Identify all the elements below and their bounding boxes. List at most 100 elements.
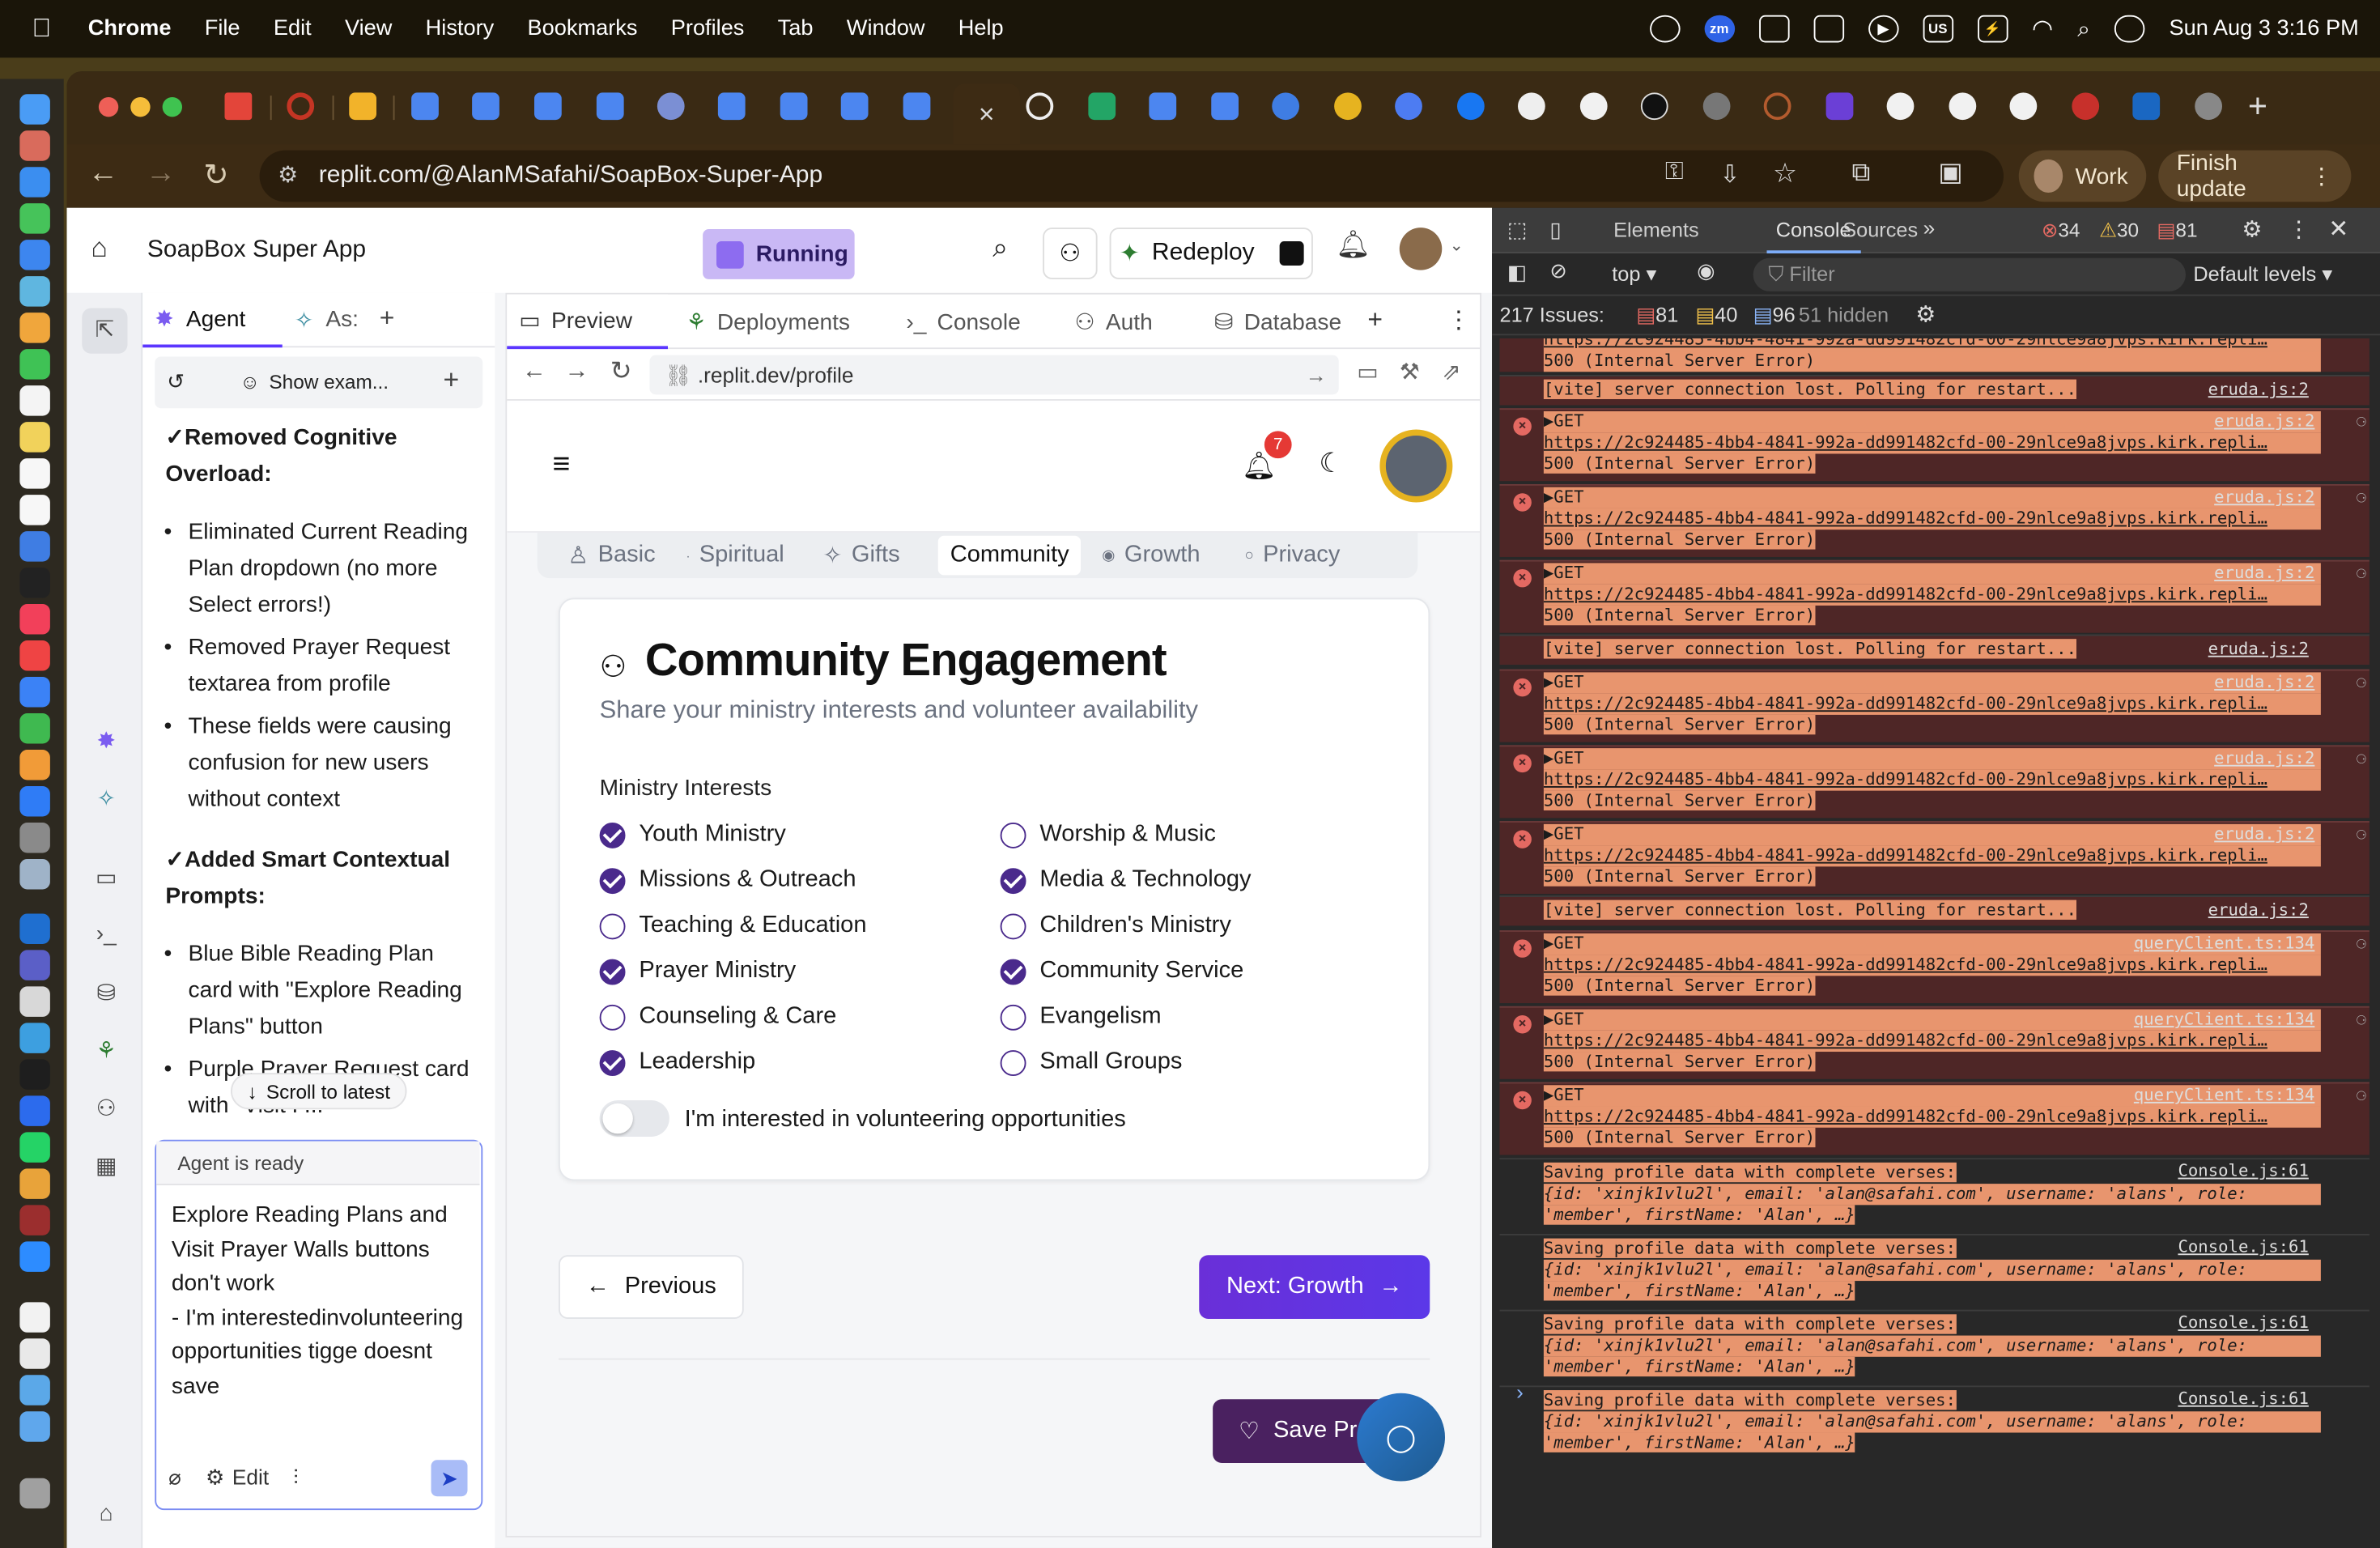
ministry-checkbox[interactable]: Small Groups — [1000, 1048, 1182, 1076]
dock-outlook-icon[interactable] — [19, 913, 50, 944]
dock-facetime-icon[interactable] — [19, 349, 50, 380]
auth-tool-icon[interactable]: ⚇ — [91, 1095, 122, 1121]
ministry-checkbox[interactable]: Community Service — [1000, 958, 1243, 985]
dock-file3-icon[interactable] — [19, 1375, 50, 1406]
open-new-tab-icon[interactable]: ⇗ — [1442, 358, 1461, 385]
tab-database[interactable]: ⛁ Database — [1214, 295, 1341, 349]
console-prompt-icon[interactable]: › — [1516, 1380, 1524, 1404]
menu-history[interactable]: History — [426, 17, 495, 41]
tab-github-icon[interactable] — [1518, 92, 1545, 121]
omnibox[interactable]: ⚙ replit.com/@AlanMSafahi/SoapBox-Super-… — [259, 150, 2004, 202]
devtools-more-icon[interactable]: ⋮ — [2288, 215, 2310, 243]
error-url[interactable]: https://2c924485-4bb4-4841-992a-dd991482… — [1543, 508, 2321, 530]
tab-docs-icon[interactable] — [1149, 92, 1177, 121]
invite-user-button[interactable]: ⚇ — [1043, 228, 1098, 279]
assistant-tool-icon[interactable]: ✧ — [91, 785, 122, 812]
tab-close-icon[interactable]: × — [979, 99, 995, 129]
dock-trash-icon[interactable] — [19, 1478, 50, 1509]
dock-pages-icon[interactable] — [19, 750, 50, 780]
ai-explain-icon[interactable]: ⚆ — [2357, 563, 2366, 584]
tab-google-icon[interactable] — [1949, 92, 1977, 121]
tab-drive-icon[interactable] — [349, 92, 376, 121]
dock-whatsapp-icon[interactable] — [19, 1132, 50, 1163]
clear-console-icon[interactable]: ⊘ — [1549, 260, 1566, 284]
tab-google-icon[interactable] — [1579, 92, 1608, 121]
go-arrow-icon[interactable]: → — [1306, 363, 1327, 387]
console-log-row[interactable]: Saving profile data with complete verses… — [1499, 1385, 2369, 1458]
issues-info[interactable]: ▤96 — [1753, 304, 1796, 328]
ministry-checkbox[interactable]: Leadership — [599, 1048, 755, 1076]
preview-back-icon[interactable]: ← — [522, 358, 546, 385]
error-url[interactable]: https://2c924485-4bb4-4841-992a-dd991482… — [1543, 955, 2321, 976]
apple-icon[interactable]:  — [32, 14, 62, 44]
deploy-tool-icon[interactable]: ⚘ — [91, 1036, 122, 1064]
ministry-checkbox[interactable]: Children's Ministry — [1000, 912, 1231, 940]
error-url[interactable]: https://2c924485-4bb4-4841-992a-dd991482… — [1543, 1030, 2321, 1053]
tab-console-devtools[interactable]: Console — [1766, 219, 1859, 254]
checkbox-checked[interactable] — [599, 822, 626, 848]
show-examples-button[interactable]: ☺ Show exam... — [240, 370, 389, 393]
ai-explain-icon[interactable]: ⚆ — [2357, 933, 2366, 955]
dock-notes-icon[interactable] — [19, 422, 50, 453]
dock-freeform2-icon[interactable] — [19, 531, 50, 562]
warning-count[interactable]: ⚠30 — [2099, 219, 2139, 243]
new-tab-plus-icon[interactable]: + — [2248, 87, 2267, 126]
menu-help[interactable]: Help — [958, 17, 1004, 41]
message-count[interactable]: ▤81 — [2157, 219, 2197, 243]
dock-safari-icon[interactable] — [19, 167, 50, 198]
ministry-checkbox[interactable]: Youth Ministry — [599, 821, 786, 848]
search-icon[interactable]: ⌕ — [992, 232, 1008, 264]
tab-docs-icon[interactable] — [717, 92, 746, 121]
error-source-link[interactable]: queryClient.ts:134 — [2134, 1010, 2315, 1031]
add-tab-plus-icon[interactable]: + — [380, 304, 395, 334]
dock-reminders-icon[interactable] — [19, 458, 50, 489]
url-text[interactable]: replit.com/@AlanMSafahi/SoapBox-Super-Ap… — [319, 163, 822, 190]
inspect-element-icon[interactable]: ⬚ — [1507, 217, 1528, 243]
notifications-bell-icon[interactable]: 🔔︎ — [1336, 229, 1371, 261]
log-levels-select[interactable]: Default levels ▾ — [2193, 262, 2332, 287]
play-status-icon[interactable]: ▶ — [1868, 15, 1899, 43]
add-pane-plus-icon[interactable]: + — [1367, 305, 1383, 335]
console-error-row[interactable]: × ▶GET https://2c924485-4bb4-4841-992a-dd… — [1499, 669, 2369, 742]
volunteer-toggle[interactable] — [599, 1100, 669, 1138]
menu-edit[interactable]: Edit — [274, 17, 312, 41]
section-tab-basic[interactable]: ♙ Basic — [567, 533, 655, 578]
error-source-link[interactable]: eruda.js:2 — [2214, 672, 2314, 693]
dock-remote-icon[interactable] — [19, 986, 50, 1017]
menu-tab[interactable]: Tab — [778, 17, 814, 41]
tab-site-icon[interactable] — [1702, 92, 1731, 121]
previous-button[interactable]: ← Previous — [559, 1255, 744, 1319]
run-status-button[interactable]: Running — [703, 229, 855, 279]
section-tab-gifts[interactable]: ✧ Gifts — [822, 533, 899, 578]
dock-messages-icon[interactable] — [19, 203, 50, 234]
tab-docs-icon[interactable] — [840, 92, 869, 121]
reload-icon[interactable]: ↻ — [203, 156, 228, 194]
checkbox-unchecked[interactable] — [1000, 1003, 1026, 1030]
log-source-link[interactable]: Console.js:61 — [2178, 1312, 2308, 1333]
devtools-close-icon[interactable]: ✕ — [2328, 214, 2348, 244]
active-tab[interactable]: × — [953, 83, 1020, 145]
checkbox-unchecked[interactable] — [599, 1003, 626, 1030]
finish-update-button[interactable]: Finish update ⋮ — [2158, 150, 2352, 202]
checkbox-unchecked[interactable] — [1000, 912, 1026, 939]
tab-docs-icon[interactable] — [1211, 92, 1239, 121]
home-icon[interactable]: ⌂ — [91, 232, 108, 264]
agent-tool-icon[interactable]: ✸ — [91, 727, 122, 755]
close-window-button[interactable] — [98, 96, 119, 117]
hamburger-menu-icon[interactable]: ≡ — [553, 448, 571, 483]
ministry-checkbox[interactable]: Teaching & Education — [599, 912, 867, 940]
settings-sliders-icon[interactable]: ⫶ — [293, 1464, 299, 1490]
device-toolbar-icon[interactable]: ▯ — [1549, 217, 1561, 243]
tab-site-icon[interactable] — [1334, 92, 1362, 121]
menu-view[interactable]: View — [345, 17, 392, 41]
console-error-row[interactable]: https://2c924485-4bb4-4841-992a-dd991482… — [1499, 338, 2369, 372]
next-growth-button[interactable]: Next: Growth → — [1199, 1255, 1430, 1319]
console-error-row[interactable]: × ▶GET https://2c924485-4bb4-4841-992a-dd… — [1499, 1082, 2369, 1155]
ministry-checkbox[interactable]: Missions & Outreach — [599, 866, 856, 894]
preview-tool-icon[interactable]: ▭ — [91, 864, 122, 891]
tab-google-icon[interactable] — [1886, 92, 1915, 121]
tab-linkedin-icon[interactable] — [2132, 92, 2161, 121]
maximize-window-button[interactable] — [162, 96, 182, 117]
tab-facebook-icon[interactable] — [1457, 92, 1485, 121]
dock-mail-icon[interactable] — [19, 240, 50, 270]
